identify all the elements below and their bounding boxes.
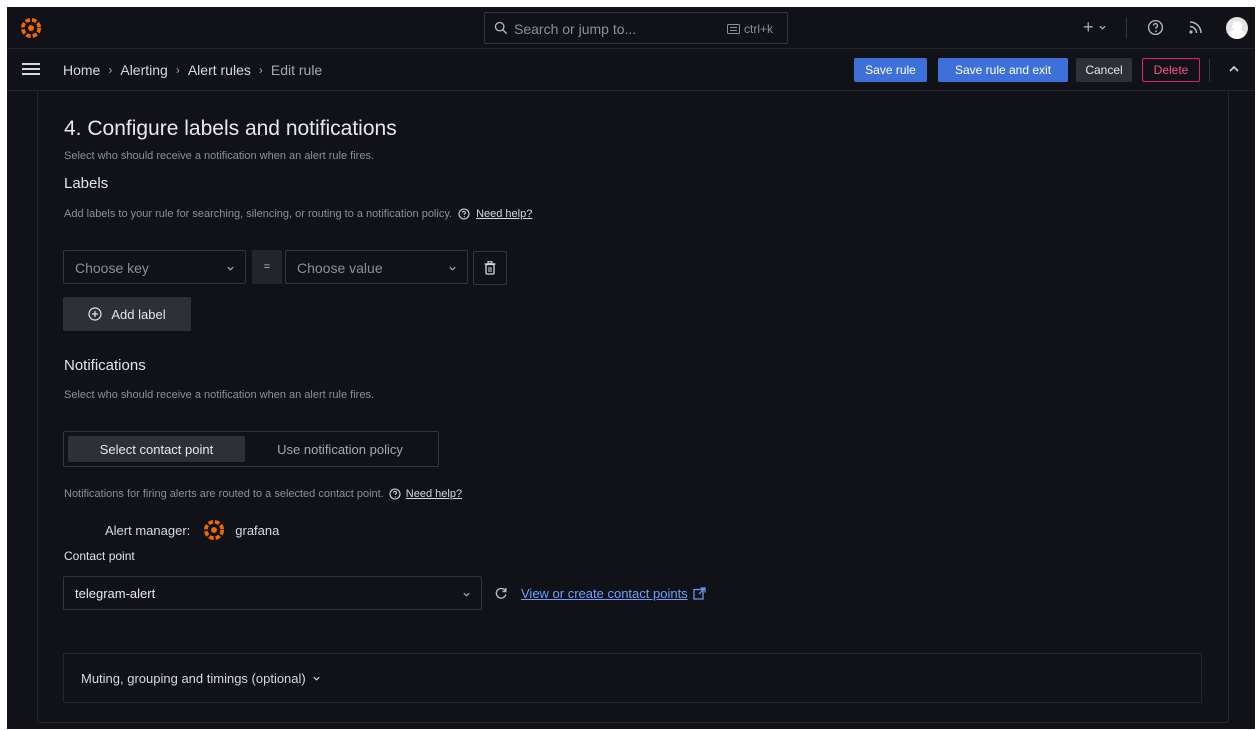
- breadcrumb-alerting[interactable]: Alerting: [120, 62, 167, 78]
- labels-description-text: Add labels to your rule for searching, s…: [64, 208, 453, 220]
- label-key-placeholder: Choose key: [75, 260, 149, 276]
- muting-title: Muting, grouping and timings (optional): [81, 671, 321, 686]
- rule-section-card: [37, 91, 1229, 723]
- label-value-placeholder: Choose value: [297, 260, 383, 276]
- search-shortcut-text: ctrl+k: [743, 22, 773, 36]
- keyboard-icon: [726, 24, 740, 34]
- section-title: 4. Configure labels and notifications: [64, 117, 397, 140]
- cancel-button[interactable]: Cancel: [1076, 58, 1132, 82]
- search-icon: [494, 21, 508, 35]
- notification-mode-toggle: Select contact point Use notification po…: [63, 431, 439, 467]
- divider: [1126, 17, 1127, 39]
- search-input[interactable]: Search or jump to... ctrl+k: [484, 12, 788, 44]
- routing-description: Notifications for firing alerts are rout…: [64, 488, 462, 500]
- alert-manager-label: Alert manager:: [105, 522, 191, 538]
- breadcrumb-bar: Home › Alerting › Alert rules › Edit rul…: [7, 49, 1255, 91]
- label-operator: =: [252, 250, 282, 284]
- view-contact-points-text: View or create contact points: [521, 586, 688, 601]
- new-button[interactable]: +: [1083, 17, 1107, 38]
- breadcrumb-alert-rules[interactable]: Alert rules: [188, 62, 251, 78]
- breadcrumb-separator-icon: ›: [258, 63, 263, 77]
- label-value-select[interactable]: Choose value: [285, 250, 468, 284]
- muting-title-text: Muting, grouping and timings (optional): [81, 671, 306, 686]
- external-link-icon: [693, 587, 706, 600]
- save-rule-button[interactable]: Save rule: [854, 58, 927, 82]
- news-feed-icon[interactable]: [1188, 19, 1204, 35]
- add-label-button[interactable]: Add label: [63, 297, 191, 331]
- chevron-down-icon: [463, 592, 470, 597]
- chevron-down-icon: [313, 676, 320, 681]
- trash-icon: [484, 261, 496, 275]
- help-icon: [458, 208, 470, 220]
- help-icon: [389, 488, 401, 500]
- muting-grouping-collapse[interactable]: Muting, grouping and timings (optional): [63, 653, 1202, 703]
- chevron-up-icon[interactable]: [1227, 62, 1241, 76]
- grafana-logo-icon: [204, 519, 225, 541]
- breadcrumb-separator-icon: ›: [175, 63, 180, 77]
- refresh-icon[interactable]: [494, 586, 508, 600]
- label-key-select[interactable]: Choose key: [63, 250, 246, 284]
- notifications-description: Select who should receive a notification…: [64, 389, 375, 401]
- chevron-down-icon: [449, 266, 456, 271]
- add-label-text: Add label: [111, 306, 166, 322]
- alert-manager-value: grafana: [235, 522, 280, 538]
- chevron-down-icon: [227, 266, 234, 271]
- breadcrumb-home[interactable]: Home: [63, 62, 100, 78]
- section-subtitle: Select who should receive a notification…: [64, 150, 375, 162]
- divider: [1209, 59, 1210, 81]
- save-rule-and-exit-button[interactable]: Save rule and exit: [938, 58, 1068, 82]
- use-notification-policy-option[interactable]: Use notification policy: [245, 436, 435, 462]
- alert-manager-row: Alert manager: grafana: [105, 519, 279, 541]
- contact-point-label: Contact point: [64, 549, 135, 563]
- top-bar: Search or jump to... ctrl+k +: [7, 7, 1255, 49]
- breadcrumb-separator-icon: ›: [108, 63, 113, 77]
- help-icon[interactable]: [1147, 19, 1164, 36]
- contact-point-select[interactable]: telegram-alert: [63, 576, 482, 610]
- app-window: Search or jump to... ctrl+k + Home › Ale…: [7, 7, 1255, 729]
- search-placeholder: Search or jump to...: [514, 21, 637, 37]
- grafana-logo-icon[interactable]: [20, 17, 42, 39]
- routing-description-text: Notifications for firing alerts are rout…: [64, 488, 384, 500]
- remove-label-button[interactable]: [473, 251, 507, 285]
- search-shortcut: ctrl+k: [726, 22, 773, 36]
- contact-point-value: telegram-alert: [75, 586, 156, 601]
- plus-circle-icon: [88, 307, 102, 321]
- menu-icon[interactable]: [22, 62, 40, 76]
- breadcrumb-edit-rule: Edit rule: [270, 62, 323, 78]
- labels-description: Add labels to your rule for searching, s…: [64, 208, 532, 220]
- select-contact-point-option[interactable]: Select contact point: [68, 436, 245, 462]
- labels-heading: Labels: [64, 175, 109, 192]
- labels-need-help-link[interactable]: Need help?: [476, 208, 532, 220]
- notifications-heading: Notifications: [64, 357, 146, 374]
- user-avatar[interactable]: [1226, 17, 1248, 39]
- view-contact-points-link[interactable]: View or create contact points: [521, 586, 706, 601]
- delete-button[interactable]: Delete: [1142, 58, 1200, 82]
- routing-need-help-link[interactable]: Need help?: [406, 488, 462, 500]
- chevron-down-icon: [1098, 25, 1106, 30]
- breadcrumb: Home › Alerting › Alert rules › Edit rul…: [63, 62, 322, 78]
- new-button-label: +: [1083, 17, 1094, 37]
